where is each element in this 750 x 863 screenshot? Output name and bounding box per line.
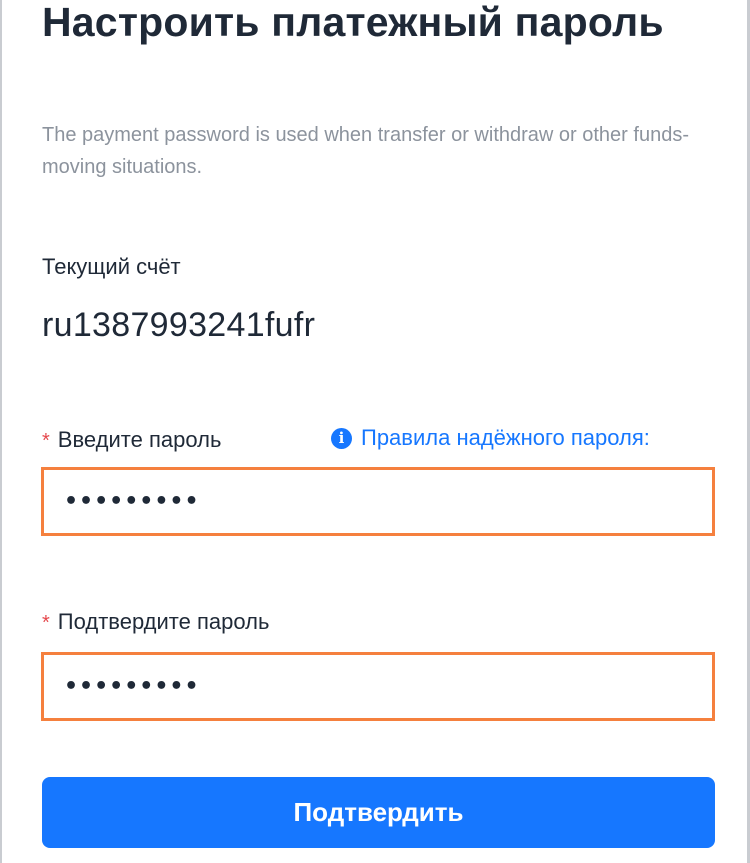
required-marker: * [42,612,50,634]
password-rules-label: Правила надёжного пароля: [361,425,650,450]
password-label: * Введите пароль [42,427,221,453]
current-account-label: Текущий счёт [42,254,181,279]
confirm-password-label: * Подтвердите пароль [42,609,269,635]
payment-password-form: Настроить платежный пароль The payment p… [0,0,750,863]
confirm-password-masked-value: ••••••••• [64,674,200,699]
left-border [0,0,2,863]
current-account-value: ru1387993241fufr [42,306,316,344]
page-description: The payment password is used when transf… [42,124,689,178]
password-masked-value: ••••••••• [64,489,200,514]
page-title: Настроить платежный пароль [42,0,664,45]
confirm-password-input[interactable]: ••••••••• [41,652,715,721]
password-label-text: Введите пароль [57,427,222,452]
required-marker: * [42,430,50,452]
confirm-password-label-text: Подтвердите пароль [57,609,270,634]
password-input[interactable]: ••••••••• [41,467,715,536]
info-icon: i [331,427,352,449]
confirm-button[interactable]: Подтвердить [42,777,715,848]
password-rules-link[interactable]: i Правила надёжного пароля: [331,425,650,451]
